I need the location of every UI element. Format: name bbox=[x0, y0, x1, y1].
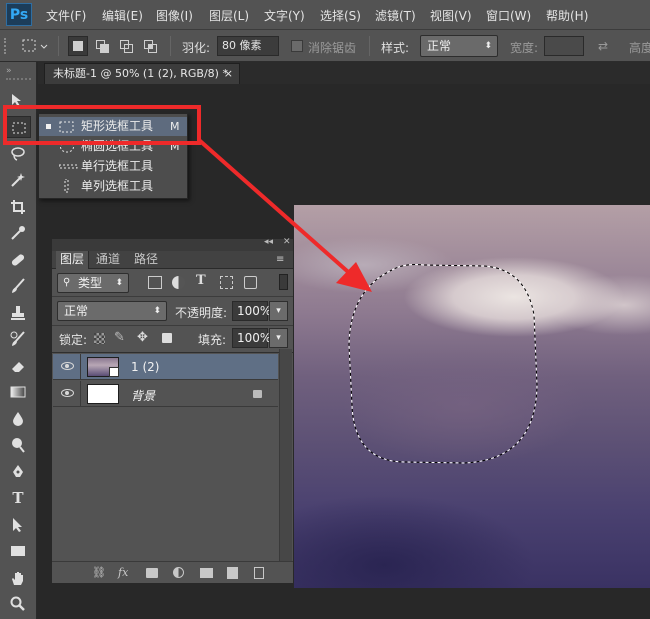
annotation-arrow bbox=[197, 138, 372, 292]
